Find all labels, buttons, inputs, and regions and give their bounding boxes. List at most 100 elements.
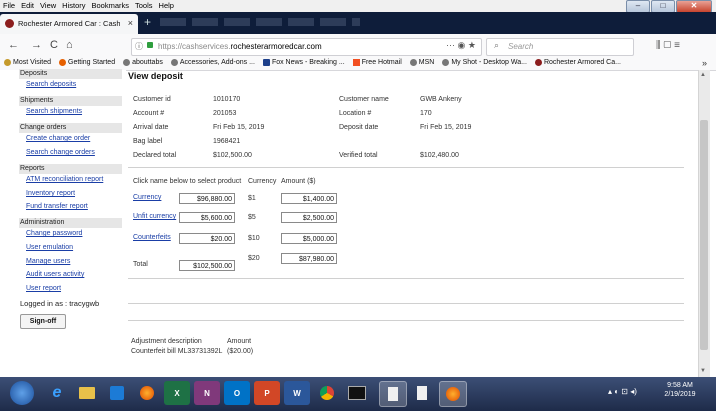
denomination-amount-field[interactable]: $1,400.00: [281, 193, 337, 204]
signoff-button[interactable]: Sign-off: [20, 314, 66, 329]
bookmark-item[interactable]: Getting Started: [59, 59, 115, 66]
product-value-field[interactable]: $5,600.00: [179, 212, 235, 223]
clock[interactable]: 9:58 AM 2/19/2019: [663, 381, 697, 399]
home-button[interactable]: ⌂: [66, 39, 73, 51]
denomination-label: $1: [248, 195, 256, 202]
bookmark-item[interactable]: abouttabs: [123, 59, 163, 66]
bookmark-item[interactable]: Free Hotmail: [352, 59, 402, 66]
sidebar-link-manage-users[interactable]: Manage users: [26, 258, 70, 265]
denomination-label: $20: [248, 255, 260, 262]
bookmark-item[interactable]: Accessories, Add-ons ...: [170, 59, 255, 66]
sidebar-link-user-report[interactable]: User report: [26, 285, 61, 292]
globe-icon: [170, 59, 178, 66]
page-title: View deposit: [128, 71, 183, 81]
scroll-up-icon[interactable]: ▲: [700, 72, 706, 78]
menu-view[interactable]: View: [37, 0, 59, 10]
sidebar-link-user-emulation[interactable]: User emulation: [26, 244, 73, 251]
product-link-currency[interactable]: Currency: [133, 194, 161, 201]
bookmarks-overflow-button[interactable]: »: [702, 58, 707, 68]
deposit-date-label: Deposit date: [339, 124, 379, 131]
info-icon[interactable]: ⓘ: [135, 41, 143, 52]
sidebar-link-search-shipments[interactable]: Search shipments: [26, 108, 82, 115]
new-tab-button[interactable]: +: [144, 15, 151, 29]
denomination-amount-field[interactable]: $2,500.00: [281, 212, 337, 223]
menu-edit[interactable]: Edit: [18, 0, 37, 10]
sidebar-link-fund-transfer-report[interactable]: Fund transfer report: [26, 203, 88, 210]
bookmark-label: Free Hotmail: [361, 59, 402, 66]
declared-total-value: $102,500.00: [213, 152, 252, 159]
product-value-field[interactable]: $20.00: [179, 233, 235, 244]
adjustment-description-label: Adjustment description: [131, 338, 202, 345]
bookmark-label: Getting Started: [68, 59, 116, 66]
denomination-amount-field[interactable]: $87,980.00: [281, 253, 337, 264]
bag-label-label: Bag label: [133, 138, 163, 145]
page-actions-icon[interactable]: ··· ◉ ★: [446, 40, 476, 51]
divider: [128, 278, 684, 279]
powerpoint-icon[interactable]: P: [254, 381, 280, 405]
product-value-field[interactable]: $96,880.00: [179, 193, 235, 204]
bookmark-item[interactable]: Fox News - Breaking ...: [262, 59, 345, 66]
media-player-icon[interactable]: [110, 386, 124, 400]
adjustment-description-value: Counterfeit bill ML33731392L: [131, 348, 223, 355]
forward-button[interactable]: →: [31, 39, 42, 51]
arrival-date-label: Arrival date: [133, 124, 169, 131]
product-link-unfit-currency[interactable]: Unfit currency: [133, 213, 176, 220]
declared-total-label: Declared total: [133, 152, 177, 159]
lock-icon: [147, 42, 153, 48]
browser-tab[interactable]: Rochester Armored Car : Cash ×: [0, 14, 138, 34]
word-icon[interactable]: W: [284, 381, 310, 405]
menu-tools[interactable]: Tools: [132, 0, 156, 10]
sidebar-link-atm-reconciliation-report[interactable]: ATM reconciliation report: [26, 176, 103, 183]
onenote-icon[interactable]: N: [194, 381, 220, 405]
bookmark-item[interactable]: My Shot - Desktop Wa...: [442, 59, 527, 66]
sidebar-link-search-deposits[interactable]: Search deposits: [26, 81, 76, 88]
reload-button[interactable]: C: [50, 39, 58, 51]
sidebar-link-change-password[interactable]: Change password: [26, 230, 82, 237]
menu-history[interactable]: History: [59, 0, 88, 10]
bookmark-label: Most Visited: [13, 59, 51, 66]
sidebar-link-search-change-orders[interactable]: Search change orders: [26, 149, 95, 156]
start-button[interactable]: [10, 381, 34, 405]
gear-icon: [4, 59, 11, 66]
terminal-icon[interactable]: [348, 386, 366, 400]
sidebar-header-administration: Administration: [19, 218, 122, 228]
search-placeholder: Search: [508, 42, 534, 51]
sidebar-link-create-change-order[interactable]: Create change order: [26, 135, 90, 142]
outlook-icon[interactable]: O: [224, 381, 250, 405]
bookmark-item[interactable]: Most Visited: [4, 59, 51, 66]
denomination-amount-field[interactable]: $5,000.00: [281, 233, 337, 244]
scroll-down-icon[interactable]: ▼: [700, 368, 706, 374]
java-app-icon[interactable]: [417, 386, 427, 400]
tab-close-icon[interactable]: ×: [128, 18, 133, 28]
bookmark-item[interactable]: Rochester Armored Ca...: [534, 59, 621, 66]
bookmark-item[interactable]: MSN: [409, 59, 435, 66]
scrollbar-thumb[interactable]: [700, 120, 708, 350]
clock-date: 2/19/2019: [664, 391, 696, 398]
divider: [128, 320, 684, 321]
product-link-counterfeits[interactable]: Counterfeits: [133, 234, 171, 241]
chrome-icon[interactable]: [320, 386, 334, 400]
sidebar-link-inventory-report[interactable]: Inventory report: [26, 190, 75, 197]
menu-file[interactable]: File: [0, 0, 18, 10]
denomination-label: $5: [248, 214, 256, 221]
customer-name-value: GWB Ankeny: [420, 96, 462, 103]
excel-icon[interactable]: X: [164, 381, 190, 405]
sidebar-header-change-orders: Change orders: [19, 123, 122, 133]
account-value: 201053: [213, 110, 237, 117]
file-explorer-icon[interactable]: [79, 387, 95, 399]
toolbar-menu-icon[interactable]: ⫼ ▢ ≡: [656, 40, 680, 51]
url-domain: rochesterarmoredcar.com: [230, 42, 322, 51]
java-app-icon[interactable]: [388, 387, 398, 401]
firefox-icon[interactable]: [446, 387, 460, 401]
menu-bookmarks[interactable]: Bookmarks: [89, 0, 133, 10]
firefox-icon[interactable]: [140, 386, 154, 400]
deposit-date-value: Fri Feb 15, 2019: [420, 124, 472, 131]
clock-time: 9:58 AM: [667, 382, 693, 389]
back-button[interactable]: ←: [8, 39, 19, 51]
menu-help[interactable]: Help: [156, 0, 177, 10]
sidebar-link-audit-users-activity[interactable]: Audit users activity: [26, 271, 84, 278]
globe-icon: [123, 59, 131, 66]
bookmark-label: MSN: [418, 59, 435, 66]
internet-explorer-icon[interactable]: e: [44, 381, 70, 405]
system-tray-icons[interactable]: ▴ ◐ ⊡ ◂): [608, 387, 637, 396]
